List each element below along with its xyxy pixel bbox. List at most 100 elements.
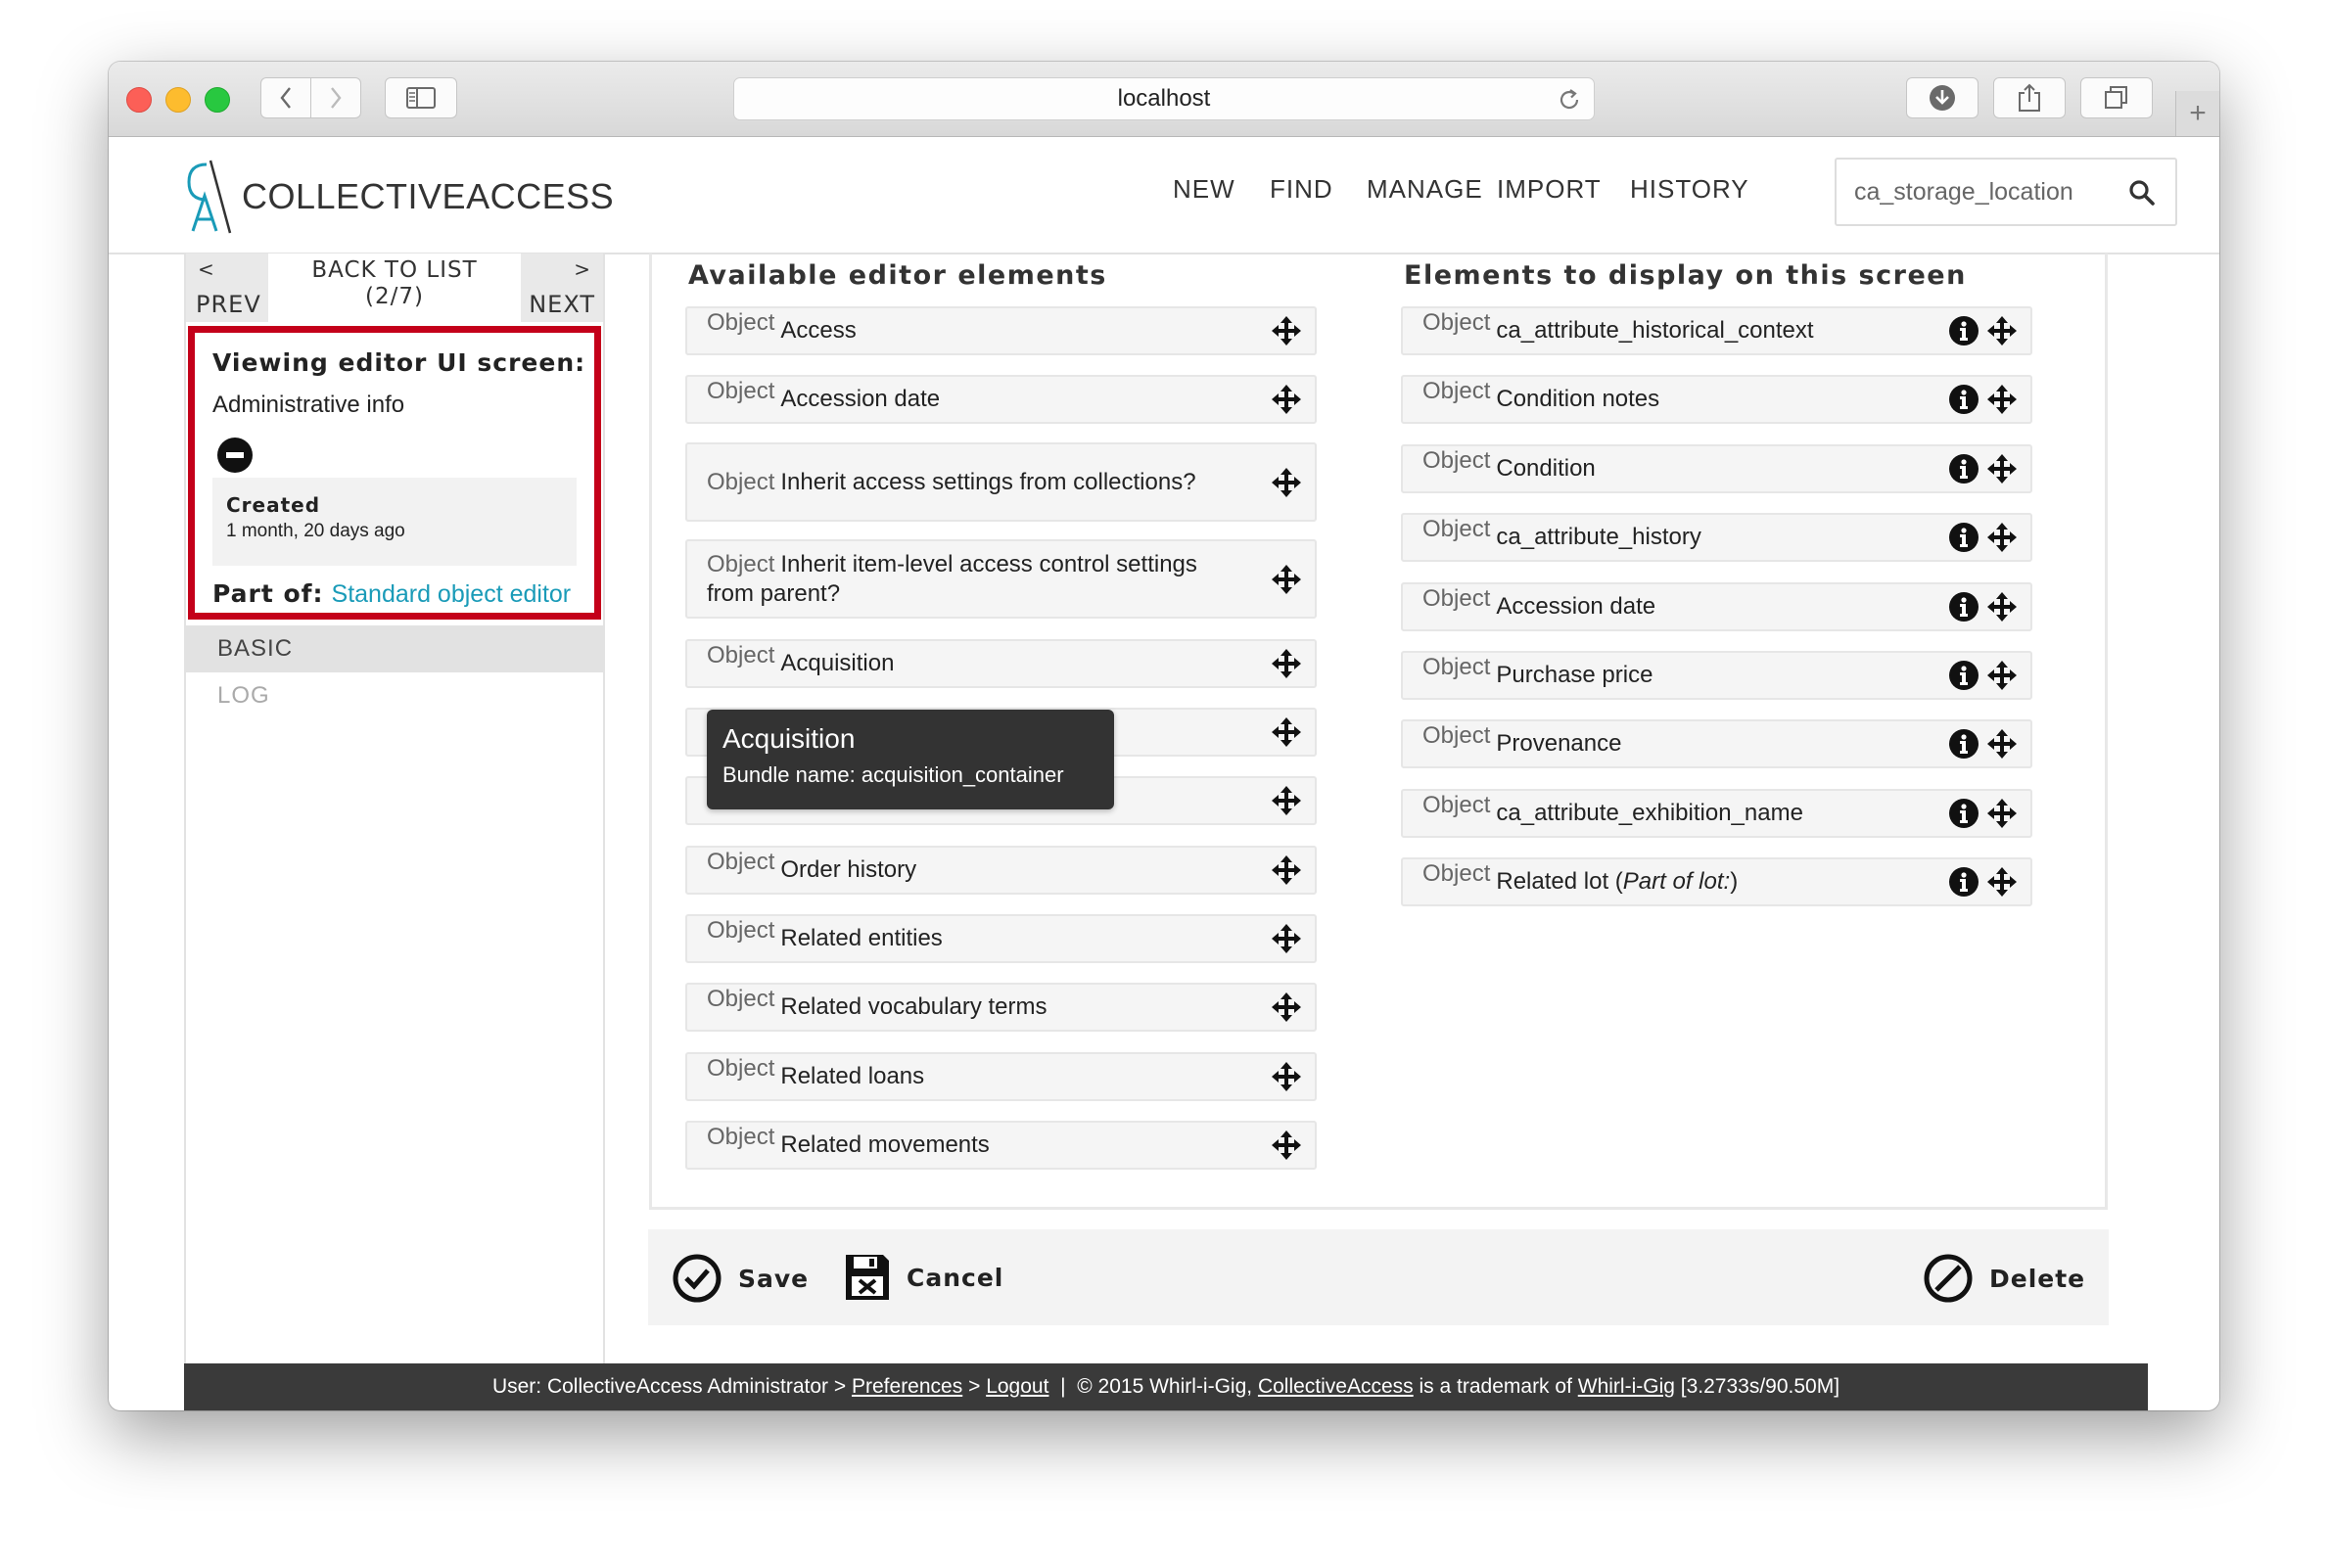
displayed-element[interactable]: Object Accession date	[1401, 581, 2032, 631]
displayed-element[interactable]: Object Related lot (Part of lot:)	[1401, 857, 2032, 907]
forward-button[interactable]	[310, 77, 361, 118]
element-label: Condition notes	[1496, 386, 1660, 413]
prev-button[interactable]: < PREV	[186, 254, 268, 322]
search-icon[interactable]	[2128, 179, 2156, 207]
four-way-arrow-icon[interactable]	[1987, 661, 2017, 690]
nav-find[interactable]: FIND	[1270, 174, 1333, 205]
back-button[interactable]	[260, 77, 311, 118]
four-way-arrow-icon[interactable]	[1987, 453, 2017, 484]
sidebar-item-log[interactable]: LOG	[186, 672, 603, 719]
four-way-arrow-icon[interactable]	[1272, 467, 1301, 497]
delete-button[interactable]: Delete	[1923, 1253, 2085, 1304]
whirligig-link[interactable]: Whirl-i-Gig	[1578, 1375, 1675, 1399]
info-circle-icon[interactable]	[1948, 591, 1979, 623]
info-circle-icon[interactable]	[1948, 798, 1979, 829]
four-way-arrow-icon[interactable]	[1272, 316, 1301, 346]
preferences-link[interactable]: Preferences	[852, 1375, 962, 1399]
sidebar-item-basic[interactable]: BASIC	[186, 625, 603, 672]
nav-history[interactable]: HISTORY	[1630, 174, 1749, 205]
four-way-arrow-icon[interactable]	[1272, 564, 1301, 594]
available-element[interactable]: Object Order history	[685, 846, 1317, 895]
four-way-arrow-icon[interactable]	[1272, 992, 1301, 1022]
info-circle-icon[interactable]	[1948, 315, 1979, 346]
displayed-element[interactable]: Object ca_attribute_exhibition_name	[1401, 788, 2032, 838]
element-prefix: Object	[707, 849, 775, 875]
nav-manage[interactable]: MANAGE	[1367, 174, 1483, 205]
displayed-element[interactable]: Object Purchase price	[1401, 651, 2032, 700]
new-tab-button[interactable]: +	[2175, 91, 2219, 136]
displayed-element[interactable]: Object ca_attribute_history	[1401, 513, 2032, 563]
chevron-right-icon	[331, 87, 342, 109]
nav-import[interactable]: IMPORT	[1497, 174, 1602, 205]
back-to-list-link[interactable]: BACK TO LIST (2/7)	[268, 257, 521, 310]
footer-sep-1: >	[968, 1375, 981, 1398]
download-icon	[1930, 85, 1955, 111]
info-circle-icon[interactable]	[1948, 453, 1979, 484]
four-way-arrow-icon[interactable]	[1272, 1130, 1301, 1160]
available-element[interactable]: Object Related loans	[685, 1052, 1317, 1101]
share-button[interactable]	[1993, 77, 2066, 118]
sidebar-toggle-button[interactable]	[385, 77, 457, 118]
four-way-arrow-icon[interactable]	[1272, 385, 1301, 414]
available-element[interactable]: Object Related movements	[685, 1121, 1317, 1170]
app-logo[interactable]: COLLECTIVEACCESS	[185, 159, 614, 235]
url-text: localhost	[1117, 85, 1211, 112]
available-element[interactable]: Object Inherit access settings from colle…	[685, 442, 1317, 522]
plus-icon: +	[2189, 97, 2207, 129]
displayed-title: Elements to display on this screen	[1404, 260, 1967, 291]
four-way-arrow-icon[interactable]	[1272, 1062, 1301, 1091]
part-of-link[interactable]: Standard object editor	[332, 580, 572, 608]
element-prefix: Object	[1422, 446, 1491, 474]
available-element[interactable]: Object Related entities	[685, 914, 1317, 963]
zoom-window-button[interactable]	[205, 87, 230, 113]
four-way-arrow-icon[interactable]	[1272, 855, 1301, 885]
four-way-arrow-icon[interactable]	[1987, 316, 2017, 346]
minus-circle-icon[interactable]	[216, 437, 254, 474]
four-way-arrow-icon[interactable]	[1987, 867, 2017, 898]
info-circle-icon[interactable]	[1948, 728, 1979, 760]
four-way-arrow-icon[interactable]	[1272, 786, 1301, 815]
address-bar[interactable]: localhost	[733, 77, 1595, 120]
minimize-window-button[interactable]	[165, 87, 191, 113]
tabs-overview-button[interactable]	[2080, 77, 2153, 118]
cancel-button[interactable]: Cancel	[844, 1253, 1003, 1302]
displayed-element[interactable]: Object Condition	[1401, 443, 2032, 493]
four-way-arrow-icon[interactable]	[1987, 798, 2017, 828]
nav-new[interactable]: NEW	[1173, 174, 1235, 205]
four-way-arrow-icon[interactable]	[1987, 523, 2017, 553]
available-element[interactable]: Object Acquisition	[685, 639, 1317, 688]
element-prefix: Object	[707, 378, 775, 404]
element-label: Acquisition	[780, 650, 895, 676]
reload-icon[interactable]	[1557, 87, 1582, 113]
four-way-arrow-icon[interactable]	[1272, 924, 1301, 953]
collectiveaccess-link[interactable]: CollectiveAccess	[1258, 1375, 1414, 1399]
element-label: Provenance	[1496, 730, 1622, 758]
next-button[interactable]: > NEXT	[521, 254, 603, 322]
info-circle-icon[interactable]	[1948, 522, 1979, 553]
four-way-arrow-icon[interactable]	[1987, 591, 2017, 622]
bundle-tooltip: Acquisition Bundle name: acquisition_con…	[707, 710, 1114, 809]
four-way-arrow-icon[interactable]	[1987, 729, 2017, 760]
element-label: Purchase price	[1496, 662, 1653, 688]
created-value: 1 month, 20 days ago	[226, 521, 405, 541]
info-circle-icon[interactable]	[1948, 660, 1979, 691]
displayed-element[interactable]: Object Condition notes	[1401, 375, 2032, 425]
search-input[interactable]	[1852, 176, 2130, 208]
available-element[interactable]: Object Related vocabulary terms	[685, 983, 1317, 1032]
save-button[interactable]: Save	[672, 1253, 809, 1304]
downloads-button[interactable]	[1906, 77, 1979, 118]
four-way-arrow-icon[interactable]	[1272, 649, 1301, 678]
info-circle-icon[interactable]	[1948, 866, 1979, 898]
available-element[interactable]: Object Access	[685, 306, 1317, 355]
element-label: Related vocabulary terms	[780, 993, 1048, 1020]
logout-link[interactable]: Logout	[986, 1375, 1048, 1399]
displayed-element[interactable]: Object Provenance	[1401, 719, 2032, 769]
element-prefix: Object	[707, 1055, 775, 1082]
available-element[interactable]: Object Accession date	[685, 375, 1317, 424]
four-way-arrow-icon[interactable]	[1987, 385, 2017, 415]
displayed-element[interactable]: Object ca_attribute_historical_context	[1401, 306, 2032, 355]
four-way-arrow-icon[interactable]	[1272, 717, 1301, 747]
info-circle-icon[interactable]	[1948, 384, 1979, 415]
close-window-button[interactable]	[126, 87, 152, 113]
available-element[interactable]: Object Inherit item-level access control …	[685, 539, 1317, 619]
